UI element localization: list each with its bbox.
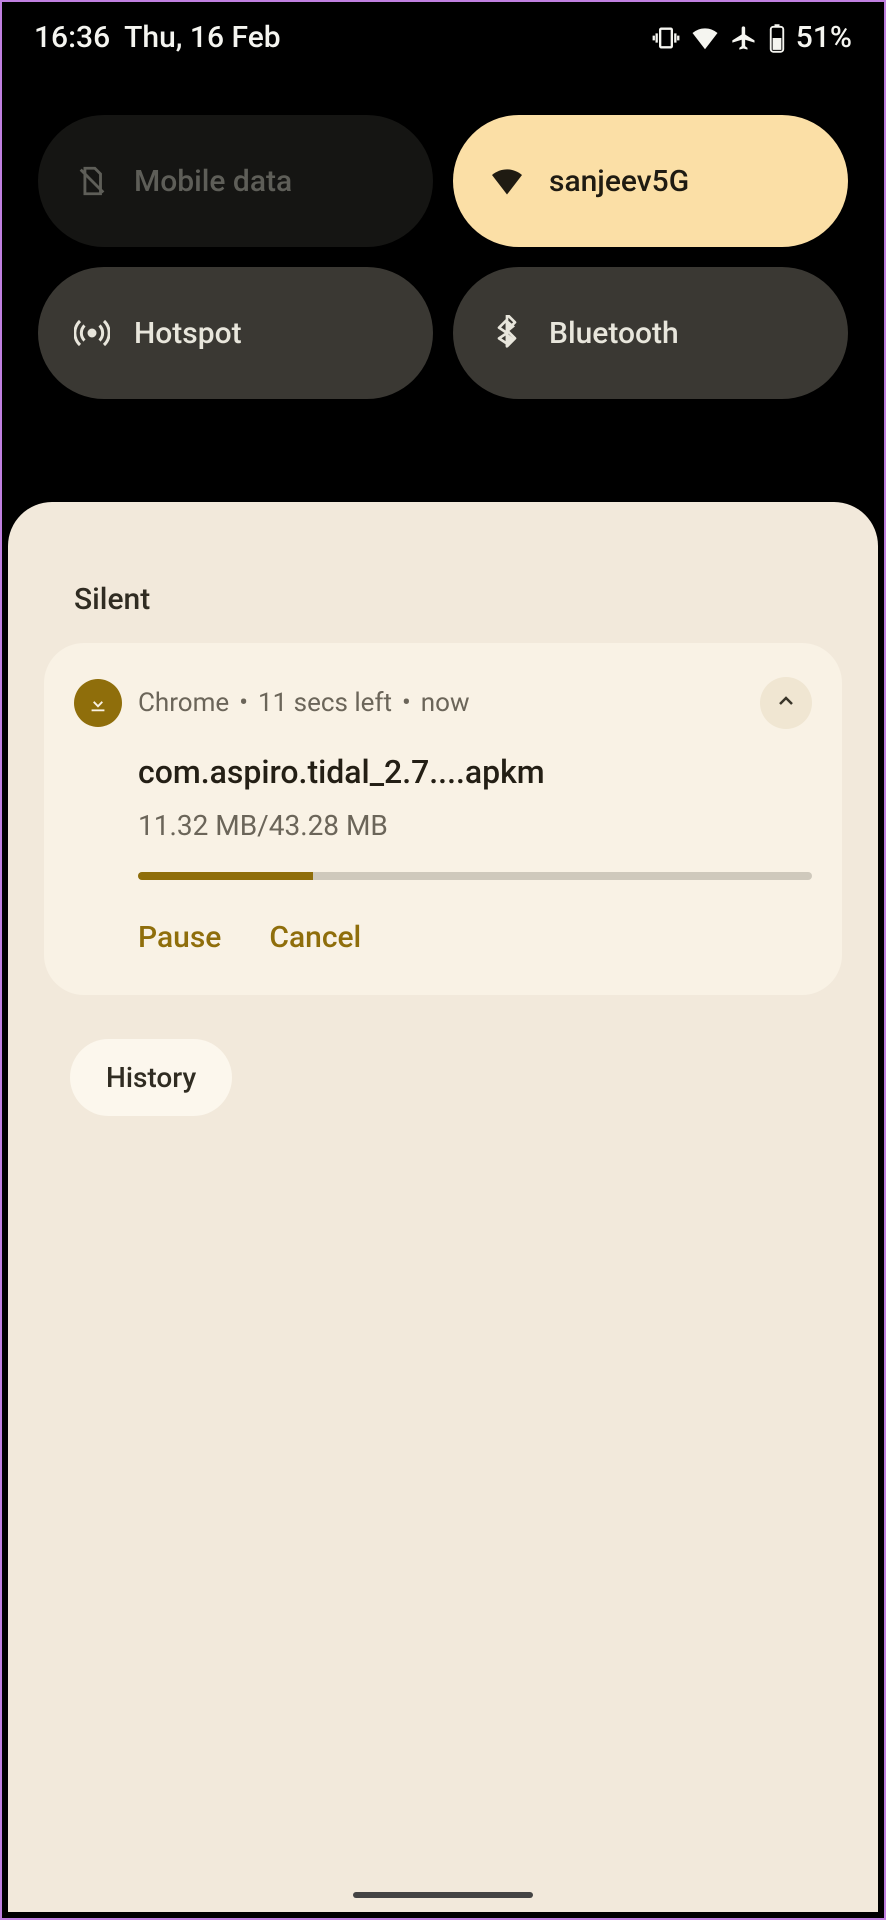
progress-fill bbox=[138, 872, 313, 880]
app-name: Chrome bbox=[138, 688, 229, 718]
quick-settings-grid: Mobile data sanjeev5G Hotspot Bluetooth bbox=[2, 65, 884, 439]
qs-tile-wifi[interactable]: sanjeev5G bbox=[453, 115, 848, 247]
notification-actions: Pause Cancel bbox=[138, 920, 812, 955]
battery-icon bbox=[768, 23, 786, 53]
status-time: 16:36 bbox=[34, 20, 110, 55]
bluetooth-icon bbox=[489, 315, 525, 351]
time-remaining: 11 secs left bbox=[258, 688, 392, 718]
vibrate-icon bbox=[652, 24, 680, 52]
qs-tile-label: sanjeev5G bbox=[549, 164, 689, 199]
notification-header: Chrome • 11 secs left • now bbox=[74, 677, 812, 729]
no-sim-icon bbox=[74, 163, 110, 199]
qs-tile-label: Hotspot bbox=[134, 316, 242, 351]
wifi-icon bbox=[489, 163, 525, 199]
nav-handle[interactable] bbox=[353, 1892, 533, 1898]
separator-dot: • bbox=[402, 688, 411, 718]
pause-button[interactable]: Pause bbox=[138, 920, 221, 955]
timestamp: now bbox=[421, 688, 470, 718]
download-icon bbox=[74, 679, 122, 727]
qs-tile-label: Mobile data bbox=[134, 164, 292, 199]
collapse-button[interactable] bbox=[760, 677, 812, 729]
notification-card[interactable]: Chrome • 11 secs left • now com.aspiro.t… bbox=[44, 643, 842, 995]
progress-bar bbox=[138, 872, 812, 880]
separator-dot: • bbox=[239, 688, 248, 718]
hotspot-icon bbox=[74, 315, 110, 351]
download-filename: com.aspiro.tidal_2.7....apkm bbox=[138, 753, 812, 791]
airplane-icon bbox=[730, 24, 758, 52]
notification-body: com.aspiro.tidal_2.7....apkm 11.32 MB/43… bbox=[74, 729, 812, 955]
history-label: History bbox=[106, 1061, 196, 1094]
chevron-up-icon bbox=[774, 689, 798, 717]
history-chip[interactable]: History bbox=[70, 1039, 232, 1116]
status-date: Thu, 16 Feb bbox=[124, 20, 281, 55]
qs-tile-label: Bluetooth bbox=[549, 316, 679, 351]
battery-percent: 51% bbox=[796, 20, 852, 55]
status-right: 51% bbox=[652, 20, 852, 55]
qs-tile-mobile-data[interactable]: Mobile data bbox=[38, 115, 433, 247]
qs-tile-hotspot[interactable]: Hotspot bbox=[38, 267, 433, 399]
qs-tile-bluetooth[interactable]: Bluetooth bbox=[453, 267, 848, 399]
wifi-icon bbox=[690, 23, 720, 53]
cancel-button[interactable]: Cancel bbox=[269, 920, 361, 955]
section-label-silent: Silent bbox=[26, 542, 860, 643]
status-left: 16:36 Thu, 16 Feb bbox=[34, 20, 281, 55]
notification-meta: Chrome • 11 secs left • now bbox=[138, 688, 744, 718]
notification-shade: Silent Chrome • 11 secs left • now com.a… bbox=[8, 502, 878, 1912]
status-bar: 16:36 Thu, 16 Feb 51% bbox=[2, 2, 884, 65]
download-progress-text: 11.32 MB/43.28 MB bbox=[138, 809, 812, 842]
